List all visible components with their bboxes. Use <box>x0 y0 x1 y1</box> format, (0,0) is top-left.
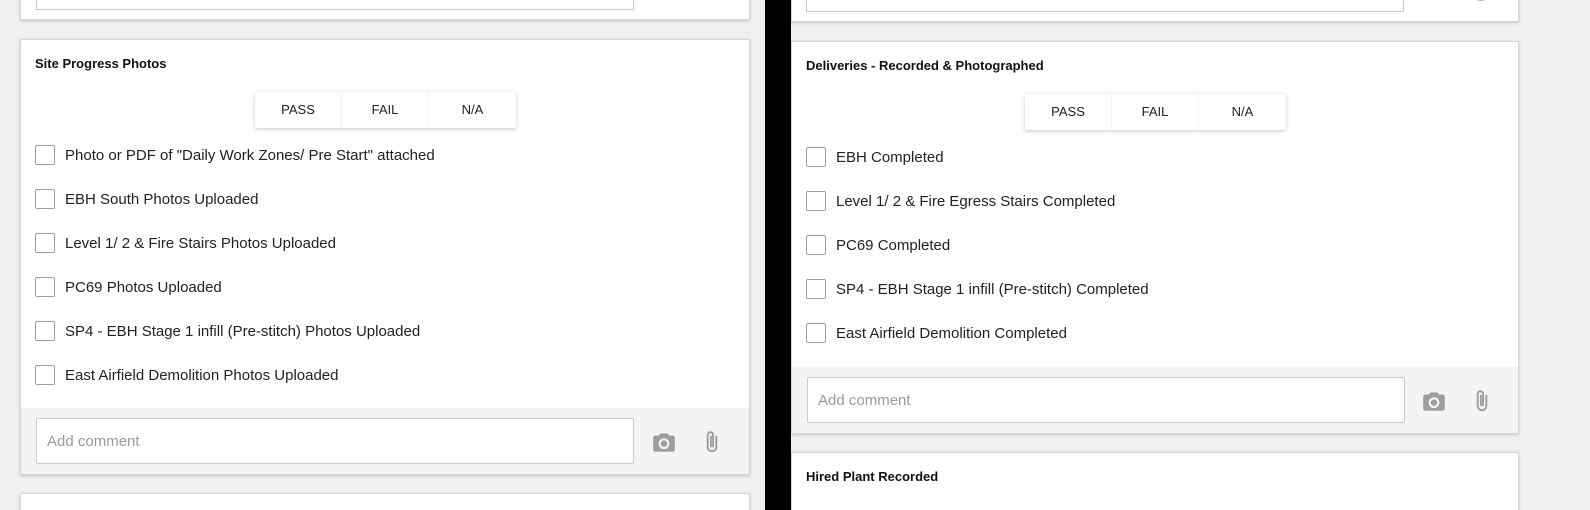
checklist: Photo or PDF of "Daily Work Zones/ Pre S… <box>35 133 735 397</box>
hired-plant-card: Hired Plant Recorded <box>791 452 1519 510</box>
column-divider <box>765 0 791 510</box>
pass-button[interactable]: PASS <box>1025 94 1112 130</box>
checkbox[interactable] <box>35 365 55 385</box>
previous-section-card <box>791 0 1519 22</box>
section-title: Hired Plant Recorded <box>806 469 939 484</box>
checkbox[interactable] <box>806 191 826 211</box>
previous-comment-input[interactable] <box>806 0 1404 12</box>
left-column: Site Progress Photos PASS FAIL N/A Photo… <box>0 0 765 510</box>
checkbox[interactable] <box>35 277 55 297</box>
previous-section-card <box>20 0 750 20</box>
checkbox[interactable] <box>806 279 826 299</box>
checklist-item-label: Level 1/ 2 & Fire Stairs Photos Uploaded <box>65 234 336 252</box>
checklist-item-label: East Airfield Demolition Completed <box>836 324 1067 342</box>
camera-icon[interactable] <box>651 429 677 455</box>
checklist-item: East Airfield Demolition Completed <box>806 311 1504 355</box>
pass-fail-na-toggle: PASS FAIL N/A <box>255 92 516 128</box>
checklist-item: Photo or PDF of "Daily Work Zones/ Pre S… <box>35 133 735 177</box>
camera-icon[interactable] <box>1421 388 1447 414</box>
right-column: Deliveries - Recorded & Photographed PAS… <box>791 0 1590 510</box>
checklist-item-label: EBH South Photos Uploaded <box>65 190 259 208</box>
pass-fail-na-toggle: PASS FAIL N/A <box>1025 94 1286 130</box>
checklist-item: SP4 - EBH Stage 1 infill (Pre-stitch) Ph… <box>35 309 735 353</box>
checklist: EBH Completed Level 1/ 2 & Fire Egress S… <box>806 135 1504 355</box>
checklist-item: East Airfield Demolition Photos Uploaded <box>35 353 735 397</box>
fail-button[interactable]: FAIL <box>342 92 429 128</box>
checklist-item: Level 1/ 2 & Fire Stairs Photos Uploaded <box>35 221 735 265</box>
checklist-item: EBH Completed <box>806 135 1504 179</box>
paperclip-icon[interactable] <box>1474 0 1488 1</box>
deliveries-card: Deliveries - Recorded & Photographed PAS… <box>791 41 1519 434</box>
na-button[interactable]: N/A <box>1199 94 1286 130</box>
checklist-item-label: SP4 - EBH Stage 1 infill (Pre-stitch) Ph… <box>65 322 421 340</box>
checklist-item-label: SP4 - EBH Stage 1 infill (Pre-stitch) Co… <box>836 280 1149 298</box>
checkbox[interactable] <box>806 147 826 167</box>
checkbox[interactable] <box>35 321 55 341</box>
pass-button[interactable]: PASS <box>255 92 342 128</box>
na-button[interactable]: N/A <box>429 92 516 128</box>
checklist-item-label: Photo or PDF of "Daily Work Zones/ Pre S… <box>65 146 435 164</box>
checklist-item: SP4 - EBH Stage 1 infill (Pre-stitch) Co… <box>806 267 1504 311</box>
fail-button[interactable]: FAIL <box>1112 94 1199 130</box>
checklist-item-label: Level 1/ 2 & Fire Egress Stairs Complete… <box>836 192 1116 210</box>
checkbox[interactable] <box>806 323 826 343</box>
checkbox[interactable] <box>35 145 55 165</box>
section-title: Site Progress Photos <box>35 56 167 71</box>
paperclip-icon[interactable] <box>699 429 725 455</box>
previous-comment-input[interactable] <box>36 0 634 10</box>
comment-input[interactable] <box>36 418 634 464</box>
checklist-item-label: EBH Completed <box>836 148 944 166</box>
checklist-item-label: East Airfield Demolition Photos Uploaded <box>65 366 339 384</box>
checklist-item: Level 1/ 2 & Fire Egress Stairs Complete… <box>806 179 1504 223</box>
comment-bar <box>21 408 749 474</box>
checkbox[interactable] <box>35 233 55 253</box>
comment-input[interactable] <box>807 377 1405 423</box>
checklist-item: EBH South Photos Uploaded <box>35 177 735 221</box>
paperclip-icon[interactable] <box>1469 388 1495 414</box>
checklist-item: PC69 Completed <box>806 223 1504 267</box>
next-section-card <box>20 493 750 510</box>
checklist-item-label: PC69 Photos Uploaded <box>65 278 222 296</box>
checklist-item: PC69 Photos Uploaded <box>35 265 735 309</box>
checklist-item-label: PC69 Completed <box>836 236 951 254</box>
site-progress-photos-card: Site Progress Photos PASS FAIL N/A Photo… <box>20 39 750 475</box>
checkbox[interactable] <box>35 189 55 209</box>
section-title: Deliveries - Recorded & Photographed <box>806 58 1044 73</box>
comment-bar <box>792 367 1518 433</box>
checkbox[interactable] <box>806 235 826 255</box>
